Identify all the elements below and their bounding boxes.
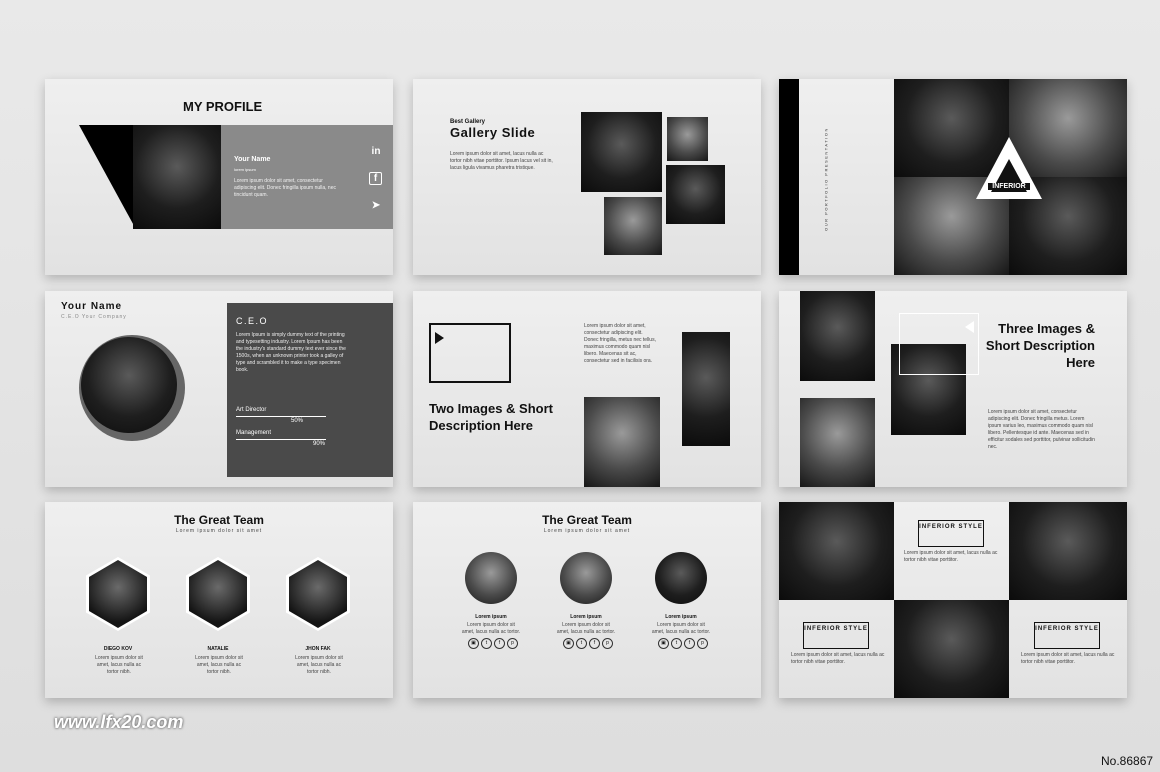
slide-my-profile: MY PROFILE Your Name lorem ipsum Lorem i…	[45, 79, 393, 275]
team2-member-1-text: Lorem ipsum dolor sit amet, lacus nulla …	[461, 622, 521, 635]
portrait-photo	[81, 337, 177, 433]
bio-panel	[227, 303, 393, 477]
instagram-icon[interactable]: ▣	[658, 638, 669, 649]
style-text-3: Lorem ipsum dolor sit amet, lacus nulla …	[1021, 652, 1115, 665]
slide-three-images: Three Images & Short Description Here Lo…	[779, 291, 1127, 487]
slide-ceo: Your Name C.E.O Your Company C.E.O Lorem…	[45, 291, 393, 487]
team2-member-2-name: Lorem ipsum	[570, 614, 602, 620]
twitter-icon[interactable]: t	[671, 638, 682, 649]
team-member-1-text: Lorem ipsum dolor sit amet, lacus nulla …	[95, 655, 143, 675]
profile-name: Your Name	[234, 156, 271, 163]
play-icon[interactable]	[435, 332, 444, 344]
slide-team-circles: The Great Team Lorem ipsum dolor sit ame…	[413, 502, 761, 698]
slide-portfolio: OUR PORTFOLIO PRESENTATION INFERIOR	[779, 79, 1127, 275]
team2-title: The Great Team	[542, 513, 632, 527]
facebook-icon[interactable]: f	[589, 638, 600, 649]
style-label-3: INFERIOR STYLE	[1034, 622, 1100, 649]
two-images-photo-bottom	[584, 397, 660, 487]
gallery-text: Lorem ipsum dolor sit amet, lacus nulla …	[450, 151, 553, 171]
team2-sub: Lorem ipsum dolor sit amet	[543, 528, 631, 534]
profile-sub: lorem ipsum	[234, 167, 256, 172]
team2-avatar-1	[465, 552, 517, 604]
two-images-photo-tall	[682, 332, 730, 446]
twitter-icon[interactable]: ➤	[369, 199, 383, 213]
gray-band	[221, 125, 393, 229]
three-images-title: Three Images & Short Description Here	[985, 321, 1095, 370]
slide-team-hex: The Great Team Lorem ipsum dolor sit ame…	[45, 502, 393, 698]
black-side-bar	[779, 79, 799, 275]
team2-avatar-3	[655, 552, 707, 604]
team-hex-3	[286, 557, 350, 631]
product-number: No.86867	[1101, 754, 1154, 768]
team-member-1-name: DIEGO KOV	[103, 646, 133, 652]
style-label-2: INFERIOR STYLE	[803, 622, 869, 649]
instagram-icon[interactable]: ▣	[563, 638, 574, 649]
three-images-photo-2	[800, 398, 875, 487]
portfolio-photo-1	[894, 79, 1009, 177]
team-member-2-name: NATALIE	[207, 646, 229, 652]
linkedin-icon[interactable]: in	[369, 145, 383, 159]
team-sub: Lorem ipsum dolor sit amet	[175, 528, 263, 534]
style-photo-1	[779, 502, 894, 600]
facebook-icon[interactable]: f	[494, 638, 505, 649]
three-images-photo-1	[800, 291, 875, 381]
profile-text: Lorem ipsum dolor sit amet, consectetur …	[234, 178, 336, 198]
ceo-company: C.E.O Your Company	[61, 314, 127, 320]
slide-title: MY PROFILE	[183, 99, 263, 114]
gallery-photo-top-right	[667, 117, 708, 161]
triangle-label: INFERIOR	[988, 183, 1030, 190]
slide-gallery: Best Gallery Gallery Slide Lorem ipsum d…	[413, 79, 761, 275]
facebook-icon[interactable]: f	[369, 172, 382, 185]
three-images-text: Lorem ipsum dolor sit amet, consectetur …	[988, 409, 1095, 450]
skill-1-bar	[236, 416, 326, 417]
team-member-3-text: Lorem ipsum dolor sit amet, lacus nulla …	[295, 655, 343, 675]
skill-2-bar	[236, 439, 326, 440]
ceo-name: Your Name	[61, 301, 123, 312]
watermark: www.lfx20.com	[54, 712, 184, 732]
two-images-text: Lorem ipsum dolor sit amet, consectetur …	[584, 323, 656, 364]
portfolio-photo-2	[1009, 79, 1127, 177]
vertical-label: OUR PORTFOLIO PRESENTATION	[823, 127, 829, 231]
style-text-1: Lorem ipsum dolor sit amet, lacus nulla …	[904, 550, 998, 563]
slide-inferior-style: INFERIOR STYLE Lorem ipsum dolor sit ame…	[779, 502, 1127, 698]
bio-role: C.E.O	[236, 316, 269, 326]
style-photo-3	[894, 600, 1009, 698]
gallery-photo-large	[581, 112, 662, 192]
bio-text: Lorem Ipsum is simply dummy text of the …	[236, 332, 346, 373]
gallery-photo-middle-right	[666, 165, 725, 224]
team2-avatar-2	[560, 552, 612, 604]
slide-two-images: Two Images & Short Description Here Lore…	[413, 291, 761, 487]
facebook-icon[interactable]: f	[684, 638, 695, 649]
team2-member-3-name: Lorem ipsum	[665, 614, 697, 620]
profile-photo	[133, 125, 221, 229]
team2-member-2-text: Lorem ipsum dolor sit amet, lacus nulla …	[556, 622, 616, 635]
team-member-3-name: JHON FAK	[305, 646, 331, 652]
instagram-icon[interactable]: ▣	[468, 638, 479, 649]
twitter-icon[interactable]: t	[576, 638, 587, 649]
gallery-photo-bottom	[604, 197, 662, 255]
pinterest-icon[interactable]: p	[697, 638, 708, 649]
skill-2-value: 90%	[313, 441, 326, 447]
style-text-2: Lorem ipsum dolor sit amet, lacus nulla …	[791, 652, 885, 665]
style-label-1: INFERIOR STYLE	[918, 520, 984, 547]
gallery-title: Gallery Slide	[450, 125, 536, 140]
skill-1-label: Art Director	[236, 407, 267, 413]
two-images-title: Two Images & Short Description Here	[429, 401, 553, 433]
team-hex-1	[86, 557, 150, 631]
twitter-icon[interactable]: t	[481, 638, 492, 649]
team-hex-2	[186, 557, 250, 631]
team2-member-1-name: Lorem ipsum	[475, 614, 507, 620]
team-member-2-text: Lorem ipsum dolor sit amet, lacus nulla …	[195, 655, 243, 675]
pointer-triangle	[965, 321, 974, 333]
style-photo-2	[1009, 502, 1127, 600]
pinterest-icon[interactable]: p	[602, 638, 613, 649]
team-title: The Great Team	[174, 513, 264, 527]
skill-1-value: 50%	[291, 418, 304, 424]
team2-member-3-text: Lorem ipsum dolor sit amet, lacus nulla …	[651, 622, 711, 635]
pinterest-icon[interactable]: p	[507, 638, 518, 649]
skill-2-label: Management	[236, 430, 272, 436]
